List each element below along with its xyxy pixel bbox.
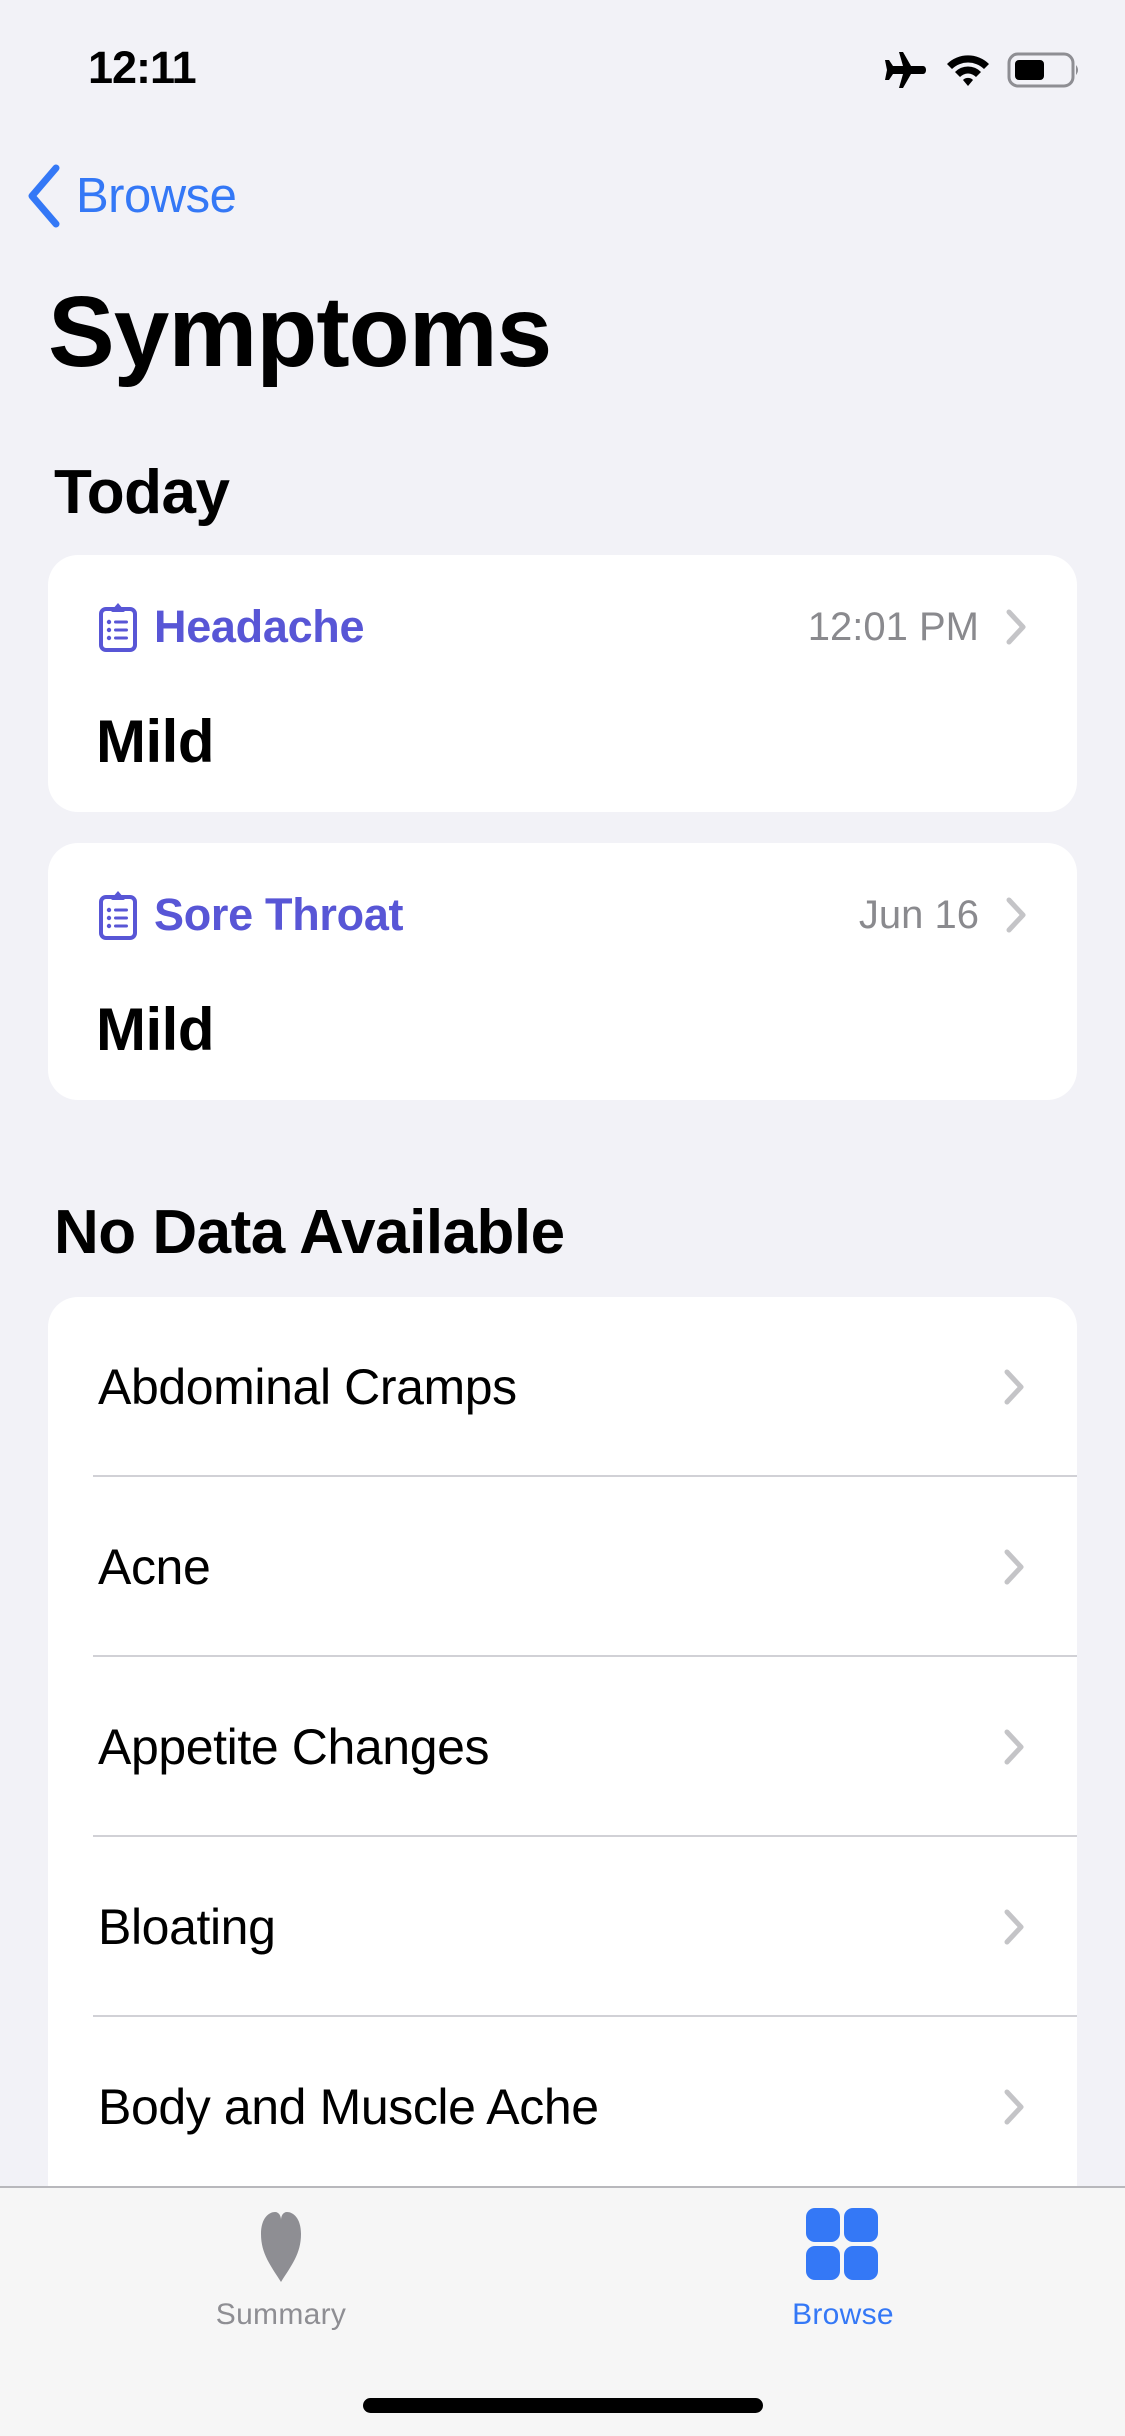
grid-icon [806, 2208, 878, 2280]
status-time: 12:11 [88, 42, 197, 93]
chevron-right-icon [1004, 1729, 1024, 1765]
symptom-severity: Mild [96, 708, 214, 775]
tab-label: Summary [215, 2298, 347, 2331]
status-icons [881, 50, 1081, 90]
list-item-abdominal-cramps[interactable]: Abdominal Cramps [48, 1297, 1077, 1477]
list-item-label: Body and Muscle Ache [98, 2079, 599, 2135]
symptom-date: Jun 16 [858, 892, 979, 937]
chevron-right-icon [1004, 2089, 1024, 2125]
list-item-label: Bloating [98, 1899, 276, 1955]
symptoms-screen: 12:11 Browse Symptoms Today Headache 12:… [0, 0, 1125, 2436]
page-title: Symptoms [48, 276, 552, 388]
chevron-right-icon [1006, 897, 1026, 933]
list-item-body-and-muscle-ache[interactable]: Body and Muscle Ache [48, 2017, 1077, 2197]
battery-icon [1007, 52, 1081, 88]
chevron-right-icon [1006, 609, 1026, 645]
list-item-label: Abdominal Cramps [98, 1359, 517, 1415]
wifi-icon [945, 52, 991, 88]
chevron-right-icon [1004, 1549, 1024, 1585]
list-item-bloating[interactable]: Bloating [48, 1837, 1077, 2017]
symptom-severity: Mild [96, 996, 214, 1063]
clipboard-list-icon [99, 891, 137, 940]
home-indicator[interactable] [363, 2398, 763, 2413]
list-item-acne[interactable]: Acne [48, 1477, 1077, 1657]
symptom-card-headache[interactable]: Headache 12:01 PM Mild [48, 555, 1077, 812]
back-button-label: Browse [76, 169, 237, 223]
clipboard-list-icon [99, 603, 137, 652]
tab-summary[interactable]: Summary [151, 2206, 411, 2332]
section-header-today: Today [54, 458, 230, 527]
list-item-label: Appetite Changes [98, 1719, 490, 1775]
chevron-right-icon [1004, 1909, 1024, 1945]
back-button[interactable]: Browse [24, 164, 237, 228]
chevron-right-icon [1004, 1369, 1024, 1405]
list-item-appetite-changes[interactable]: Appetite Changes [48, 1657, 1077, 1837]
section-header-no-data: No Data Available [54, 1198, 565, 1267]
tab-browse[interactable]: Browse [713, 2206, 973, 2332]
airplane-icon [881, 50, 929, 90]
symptom-timestamp: 12:01 PM [807, 604, 979, 649]
chevron-left-icon [28, 164, 60, 228]
tab-label: Browse [792, 2298, 894, 2331]
no-data-list: Abdominal Cramps Acne Appetite Changes B… [48, 1297, 1077, 2197]
symptom-card-sore-throat[interactable]: Sore Throat Jun 16 Mild [48, 843, 1077, 1100]
symptom-title: Sore Throat [154, 889, 404, 940]
tab-bar: Summary Browse [0, 2186, 1125, 2436]
status-bar: 12:11 [0, 0, 1125, 140]
heart-icon [261, 2212, 301, 2282]
list-item-label: Acne [98, 1539, 211, 1595]
symptom-title: Headache [154, 601, 365, 652]
